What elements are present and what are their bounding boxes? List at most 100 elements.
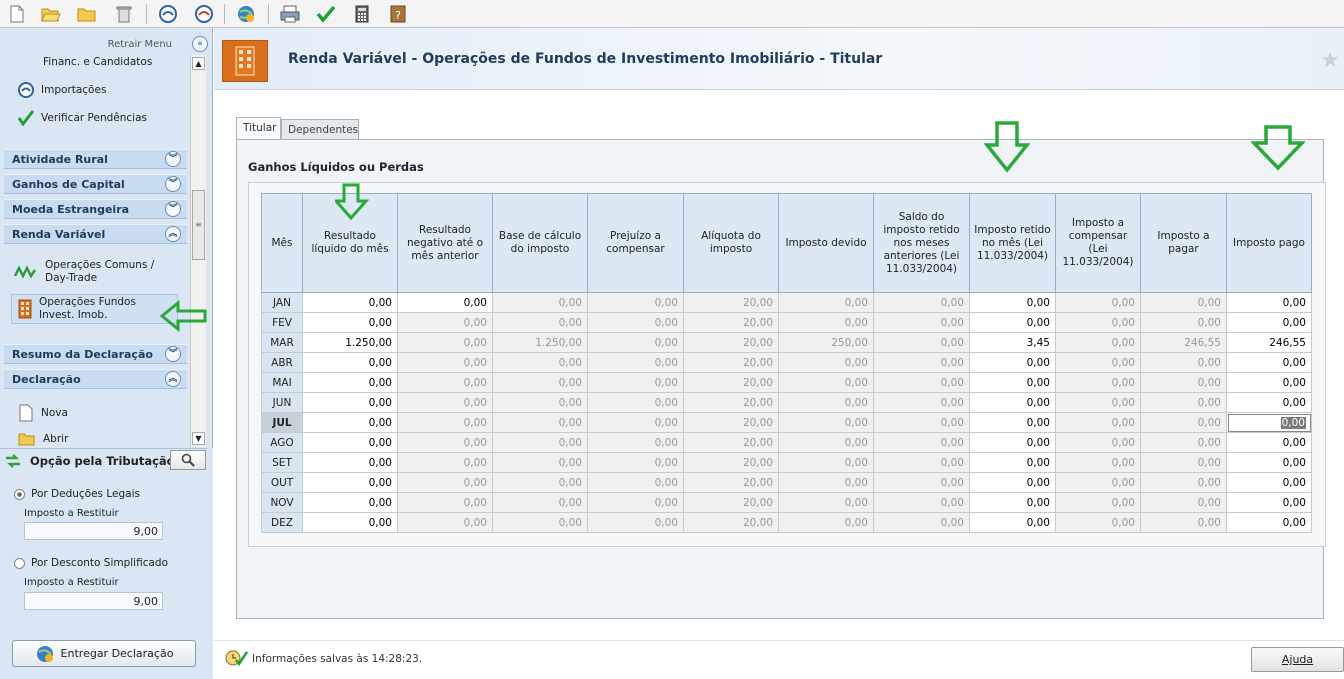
editable-cell[interactable]: 0,00 (302, 492, 398, 513)
editable-cell[interactable]: 0,00 (302, 352, 398, 373)
editable-cell[interactable]: 0,00 (302, 312, 398, 333)
editable-cell[interactable]: 0,00 (1226, 312, 1312, 333)
search-button[interactable] (170, 450, 206, 470)
editable-cell[interactable]: 0,00 (302, 512, 398, 533)
section-atividade-rural[interactable]: Atividade Rural ︾ (4, 149, 187, 169)
editable-cell[interactable]: 3,45 (969, 332, 1056, 353)
imposto-restituir-value-2: 9,00 (24, 592, 163, 610)
editable-cell[interactable]: 0,00 (1226, 452, 1312, 473)
section-ganhos-capital[interactable]: Ganhos de Capital ︾ (4, 174, 187, 194)
section-resumo-declaracao[interactable]: Resumo da Declaração ︾ (4, 344, 187, 364)
calculator-icon[interactable] (351, 3, 373, 25)
readonly-cell: 0,00 (1055, 432, 1141, 453)
help-book-icon[interactable]: ? (387, 3, 409, 25)
readonly-cell: 0,00 (1140, 352, 1227, 373)
tab-titular[interactable]: Titular (236, 117, 281, 140)
editable-cell[interactable]: 0,00 (1226, 512, 1312, 533)
radio-selected[interactable] (14, 488, 25, 500)
month-cell: MAR (261, 332, 303, 353)
sidebar-item-operacoes-comuns[interactable]: Operações Comuns / Day-Trade (14, 259, 155, 285)
check-icon[interactable] (315, 3, 337, 25)
readonly-cell: 0,00 (492, 432, 588, 453)
editable-cell[interactable]: 0,00 (969, 492, 1056, 513)
print-icon[interactable] (279, 3, 301, 25)
radio-unselected[interactable] (14, 557, 25, 569)
editable-cell[interactable]: 1.250,00 (302, 332, 398, 353)
collapse-menu-icon[interactable]: « (192, 36, 208, 52)
editable-cell[interactable]: 0,00 (1226, 412, 1312, 433)
open-folder-icon[interactable] (40, 3, 62, 25)
entregar-declaracao-button[interactable]: Entregar Declaração (12, 640, 196, 667)
editable-cell[interactable]: 0,00 (1226, 492, 1312, 513)
sidebar-item-verificar-pendencias[interactable]: Verificar Pendências (18, 110, 147, 126)
sidebar-scrollbar[interactable]: ▲ ≡ ▼ (190, 55, 206, 447)
section-renda-variavel[interactable]: Renda Variável ︽ (4, 224, 187, 244)
radio-deducoes-legais[interactable]: Por Deduções Legais (14, 488, 140, 500)
tab-dependentes[interactable]: Dependentes (281, 119, 359, 140)
new-file-icon (19, 404, 33, 422)
sidebar-item-nova[interactable]: Nova (18, 404, 68, 422)
sidebar-item-operacoes-fundos[interactable]: Operações Fundos Invest. Imob. (18, 296, 144, 322)
editable-cell[interactable]: 0,00 (1226, 392, 1312, 413)
editable-cell[interactable]: 0,00 (302, 412, 398, 433)
section-title: Ganhos Líquidos ou Perdas (248, 160, 424, 174)
readonly-cell: 0,00 (873, 372, 970, 393)
section-moeda-estrangeira[interactable]: Moeda Estrangeira ︾ (4, 199, 187, 219)
editable-cell[interactable]: 0,00 (969, 432, 1056, 453)
editable-cell[interactable]: 0,00 (969, 312, 1056, 333)
table-row: JUN 0,00 0,00 0,00 0,00 20,00 0,00 0,00 0,00 0,00… (261, 392, 1312, 413)
editable-cell[interactable]: 0,00 (302, 472, 398, 493)
readonly-cell: 0,00 (873, 432, 970, 453)
ajuda-button[interactable]: Ajuda (1251, 647, 1344, 672)
editable-cell[interactable]: 0,00 (1226, 372, 1312, 393)
deliver-globe-icon[interactable] (235, 3, 257, 25)
readonly-cell: 0,00 (778, 412, 874, 433)
radio-desconto-simplificado[interactable]: Por Desconto Simplificado (14, 557, 168, 569)
editable-cell[interactable]: 0,00 (302, 372, 398, 393)
editable-cell[interactable]: 0,00 (302, 452, 398, 473)
editable-cell[interactable]: 0,00 (302, 392, 398, 413)
sidebar-item-importacoes[interactable]: Importações (18, 82, 106, 98)
expand-icon: ︾ (165, 151, 181, 167)
star-icon[interactable]: ★ (1320, 48, 1340, 73)
readonly-cell: 0,00 (397, 412, 493, 433)
editable-cell[interactable]: 0,00 (302, 292, 398, 313)
page-title: Renda Variável - Operações de Fundos de … (288, 51, 883, 67)
editable-cell[interactable]: 0,00 (969, 452, 1056, 473)
editable-cell[interactable]: 0,00 (969, 292, 1056, 313)
sidebar-item-abrir[interactable]: Abrir (18, 432, 68, 446)
expand-icon: ︾ (165, 201, 181, 217)
editable-cell[interactable]: 0,00 (1226, 472, 1312, 493)
editable-cell[interactable]: 0,00 (1226, 432, 1312, 453)
editable-cell[interactable]: 0,00 (969, 512, 1056, 533)
column-header: Alíquota do imposto (683, 193, 779, 293)
section-declaracao[interactable]: Declaração ︽ (4, 369, 187, 389)
readonly-cell: 0,00 (778, 292, 874, 313)
editable-cell[interactable]: 0,00 (969, 412, 1056, 433)
editable-cell[interactable]: 246,55 (1226, 332, 1312, 353)
editable-cell[interactable]: 0,00 (969, 472, 1056, 493)
month-cell: AGO (261, 432, 303, 453)
editable-cell[interactable]: 0,00 (969, 352, 1056, 373)
readonly-cell: 0,00 (587, 372, 684, 393)
new-file-icon[interactable] (6, 3, 28, 25)
editable-cell[interactable]: 0,00 (1226, 292, 1312, 313)
collapse-icon: ︽ (165, 226, 181, 242)
table-row: NOV 0,00 0,00 0,00 0,00 20,00 0,00 0,00 0,00 0,00… (261, 492, 1312, 513)
sidebar-item-financ-candidatos[interactable]: Financ. e Candidatos (43, 56, 152, 69)
readonly-cell: 0,00 (397, 312, 493, 333)
readonly-cell: 0,00 (873, 452, 970, 473)
trash-icon[interactable] (113, 3, 135, 25)
readonly-cell: 0,00 (492, 372, 588, 393)
editable-cell[interactable]: 0,00 (302, 432, 398, 453)
editable-cell[interactable]: 0,00 (969, 392, 1056, 413)
readonly-cell: 0,00 (587, 312, 684, 333)
receitanet-recover-icon[interactable] (193, 3, 215, 25)
receitanet-icon[interactable] (157, 3, 179, 25)
editable-cell[interactable]: 0,00 (397, 292, 493, 313)
editable-cell[interactable]: 0,00 (1226, 352, 1312, 373)
editable-cell[interactable]: 0,00 (969, 372, 1056, 393)
readonly-cell: 0,00 (873, 492, 970, 513)
readonly-cell: 0,00 (587, 432, 684, 453)
folder-icon[interactable] (76, 3, 98, 25)
